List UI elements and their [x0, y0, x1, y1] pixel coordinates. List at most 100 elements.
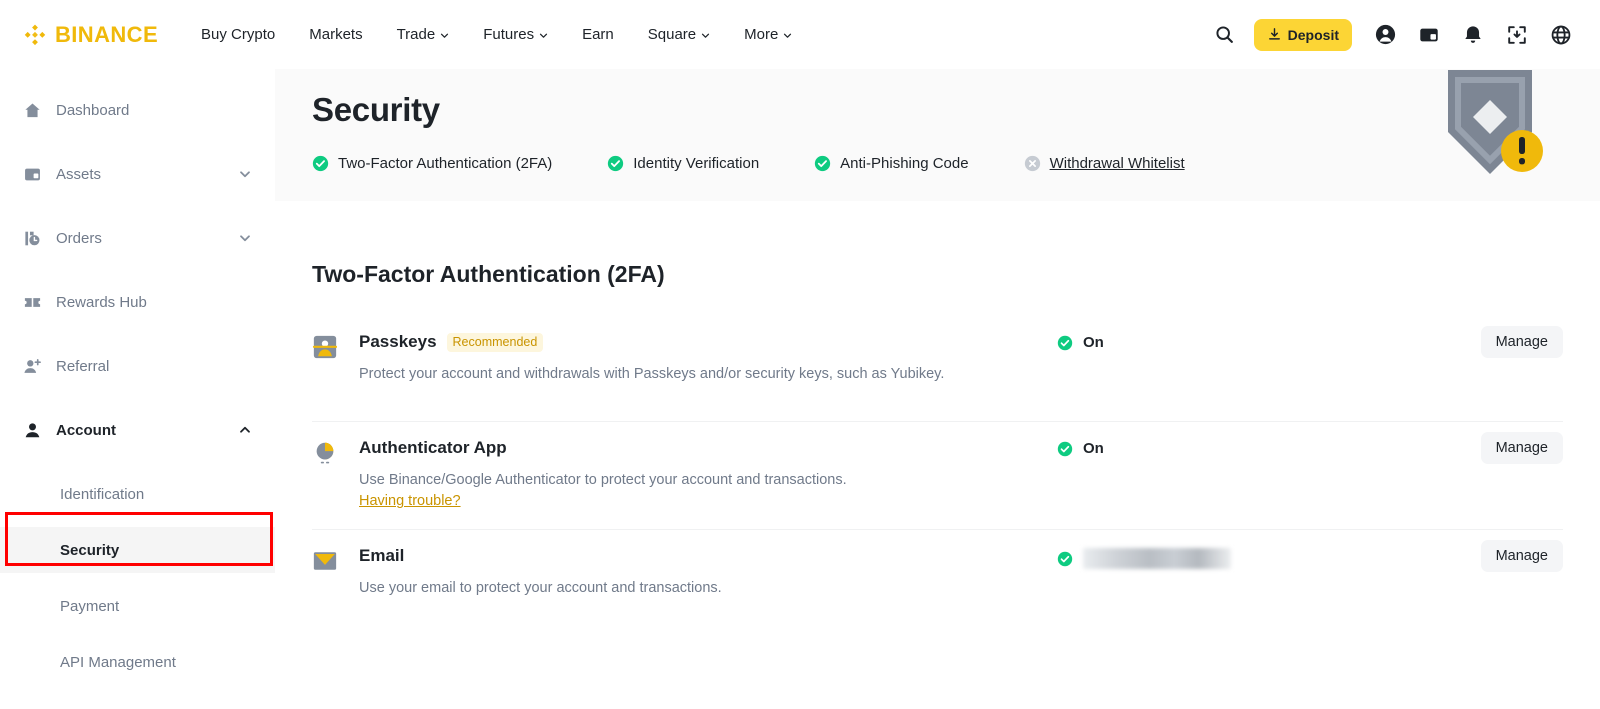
row-header: Authenticator App	[359, 438, 1019, 458]
two-factor-section: Two-Factor Authentication (2FA) Passkeys…	[275, 261, 1600, 636]
sidebar-item-dashboard[interactable]: Dashboard	[0, 87, 275, 133]
row-content: Passkeys Recommended Protect your accoun…	[359, 332, 1019, 385]
deposit-button[interactable]: Deposit	[1253, 18, 1352, 51]
top-header: BINANCE Buy Crypto Markets Trade Futures…	[0, 0, 1600, 69]
chevron-down-icon	[702, 33, 710, 38]
check-circle-icon	[1057, 441, 1073, 456]
nav-item-more[interactable]: More	[727, 15, 809, 55]
row-description: Protect your account and withdrawals wit…	[359, 366, 945, 382]
nav-item-buy-crypto[interactable]: Buy Crypto	[184, 15, 292, 55]
status-chip-identity-verification[interactable]: Identity Verification	[607, 155, 759, 172]
sidebar-item-identification[interactable]: Identification	[0, 471, 275, 517]
check-circle-icon	[312, 155, 329, 172]
nav-label: Square	[647, 25, 697, 43]
sidebar-item-rewards-hub[interactable]: Rewards Hub	[0, 279, 275, 325]
inbox-download-icon[interactable]	[1498, 16, 1536, 54]
sidebar-subitem-label: Payment	[60, 597, 120, 615]
security-status-row: Two-Factor Authentication (2FA) Identity…	[312, 155, 1600, 172]
passkey-badge-icon	[312, 335, 338, 359]
status-chip-withdrawal-whitelist[interactable]: Withdrawal Whitelist	[1024, 155, 1185, 172]
authenticator-pie-icon	[316, 442, 334, 464]
status-chip-label: Two-Factor Authentication (2FA)	[338, 155, 553, 172]
recommended-badge: Recommended	[446, 332, 544, 352]
user-plus-icon	[22, 356, 42, 376]
row-status: On	[1057, 440, 1104, 457]
nav-item-square[interactable]: Square	[631, 15, 727, 55]
row-header: Passkeys Recommended	[359, 332, 1019, 352]
sidebar-item-label: Referral	[56, 357, 110, 375]
sidebar-item-account[interactable]: Account	[0, 407, 275, 453]
x-circle-icon	[1024, 155, 1040, 172]
sidebar-item-label: Rewards Hub	[56, 293, 147, 311]
main-content: Security Two-Factor Authentication (2FA)…	[275, 69, 1600, 709]
header-actions: Deposit	[1206, 16, 1580, 54]
status-chip-anti-phishing-code[interactable]: Anti-Phishing Code	[814, 155, 969, 172]
sidebar-item-assets[interactable]: Assets	[0, 151, 275, 197]
redacted-email-value	[1083, 548, 1231, 570]
status-chip-label: Identity Verification	[633, 155, 760, 172]
sidebar-item-label: Account	[56, 421, 116, 439]
row-status: On	[1057, 334, 1104, 351]
sidebar-subitem-label: Identification	[60, 485, 145, 503]
check-circle-icon	[1057, 335, 1073, 350]
nav-label: More	[744, 25, 779, 43]
check-circle-icon	[608, 155, 624, 172]
chevron-up-icon	[240, 426, 250, 433]
binance-diamond-logo-icon	[24, 24, 46, 45]
security-row-authenticator-app: Authenticator App Use Binance/Google Aut…	[312, 422, 1563, 531]
sidebar-item-payment[interactable]: Payment	[0, 583, 275, 629]
nav-item-markets[interactable]: Markets	[292, 15, 379, 55]
nav-label: Futures	[483, 25, 535, 43]
wallet-icon	[22, 164, 42, 184]
page-banner: Security Two-Factor Authentication (2FA)…	[275, 69, 1600, 201]
nav-label: Trade	[396, 25, 436, 43]
search-icon[interactable]	[1206, 16, 1244, 54]
row-description: Use your email to protect your account a…	[359, 580, 722, 597]
having-trouble-link[interactable]: Having trouble?	[359, 493, 1019, 509]
chevron-down-icon	[240, 171, 250, 178]
binance-logo[interactable]: BINANCE	[22, 22, 158, 48]
security-row-email: Email Use your email to protect your acc…	[312, 530, 1563, 636]
row-title: Passkeys	[359, 332, 437, 351]
row-header: Email	[359, 546, 1019, 566]
home-icon	[22, 100, 42, 120]
nav-label: Earn	[582, 25, 614, 43]
sidebar-subitem-label: Security	[60, 541, 120, 559]
email-envelope-icon	[313, 552, 337, 571]
left-sidebar: Dashboard Assets Orders Rewards Hub Refe…	[0, 69, 275, 709]
manage-button-email[interactable]: Manage	[1480, 540, 1563, 573]
sidebar-item-orders[interactable]: Orders	[0, 215, 275, 261]
row-content: Email Use your email to protect your acc…	[359, 546, 1019, 599]
manage-button-passkeys[interactable]: Manage	[1480, 326, 1563, 358]
deposit-label: Deposit	[1287, 26, 1339, 43]
status-chip-label: Withdrawal Whitelist	[1049, 155, 1185, 172]
chevron-down-icon	[784, 33, 792, 38]
check-circle-icon	[815, 155, 831, 172]
notification-bell-icon[interactable]	[1454, 16, 1492, 54]
sidebar-subitem-label: API Management	[60, 653, 176, 671]
row-status-label: On	[1083, 440, 1104, 457]
sidebar-item-referral[interactable]: Referral	[0, 343, 275, 389]
manage-button-authenticator-app[interactable]: Manage	[1480, 432, 1563, 464]
nav-item-earn[interactable]: Earn	[565, 15, 631, 55]
wallet-icon[interactable]	[1410, 16, 1448, 54]
globe-language-icon[interactable]	[1542, 16, 1580, 54]
row-content: Authenticator App Use Binance/Google Aut…	[359, 438, 1019, 509]
row-status-label: On	[1083, 334, 1104, 351]
ticket-icon	[22, 292, 42, 312]
status-chip-2fa[interactable]: Two-Factor Authentication (2FA)	[312, 155, 552, 172]
sidebar-item-label: Dashboard	[56, 101, 130, 119]
download-icon	[1268, 28, 1280, 40]
profile-icon[interactable]	[1366, 16, 1404, 54]
nav-label: Buy Crypto	[201, 25, 276, 43]
page-title: Security	[312, 91, 440, 128]
sidebar-item-api-management[interactable]: API Management	[0, 639, 275, 685]
sidebar-item-label: Assets	[56, 165, 102, 183]
chevron-down-icon	[539, 33, 548, 38]
nav-label: Markets	[309, 25, 363, 43]
person-icon	[22, 420, 42, 440]
sidebar-item-security[interactable]: Security	[0, 527, 275, 573]
nav-item-futures[interactable]: Futures	[466, 15, 565, 55]
nav-item-trade[interactable]: Trade	[380, 15, 467, 55]
security-row-passkeys: Passkeys Recommended Protect your accoun…	[312, 316, 1563, 422]
